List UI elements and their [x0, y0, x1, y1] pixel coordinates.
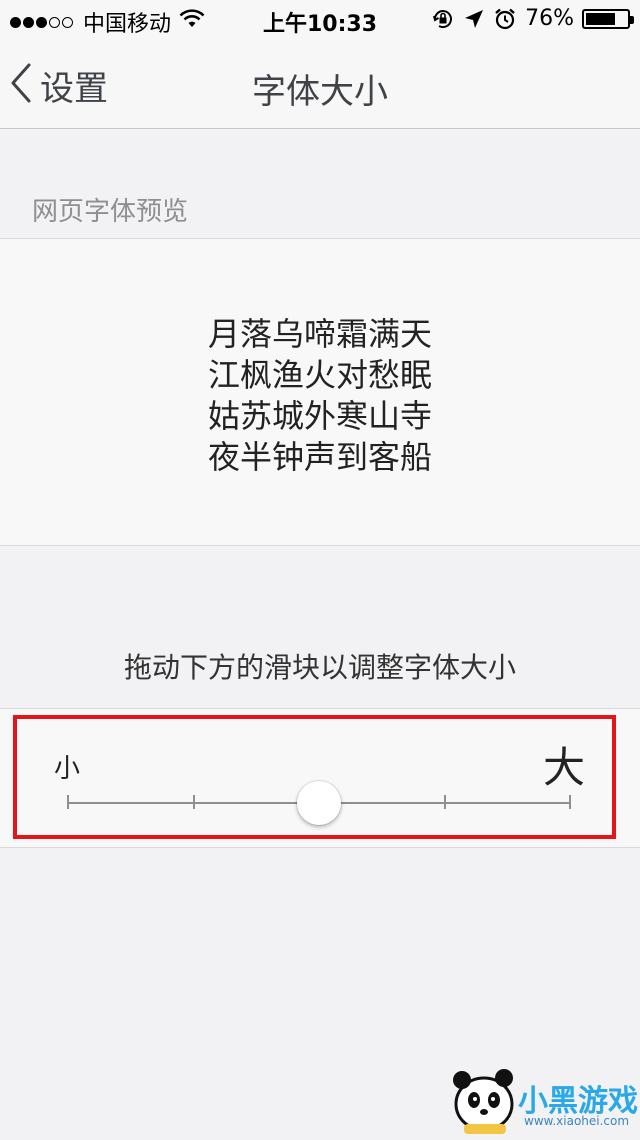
- slider-tick: [569, 795, 571, 809]
- alarm-icon: [493, 7, 517, 31]
- slider-tick: [192, 795, 195, 809]
- font-preview-panel: 月落乌啼霜满天 江枫渔火对愁眠 姑苏城外寒山寺 夜半钟声到客船: [0, 238, 640, 546]
- poem-line: 姑苏城外寒山寺: [207, 397, 432, 435]
- poem-line: 夜半钟声到客船: [207, 438, 432, 476]
- preview-poem: 月落乌啼霜满天 江枫渔火对愁眠 姑苏城外寒山寺 夜半钟声到客船: [0, 314, 640, 478]
- page-title: 字体大小: [252, 72, 388, 112]
- slider-min-label: 小: [54, 754, 81, 784]
- watermark-logo: 小黑游戏 www.xiaohei.com: [446, 1058, 640, 1136]
- status-bar: 中国移动 上午10:33 76%: [0, 0, 640, 40]
- poem-line: 江枫渔火对愁眠: [207, 356, 432, 394]
- slider-instruction: 拖动下方的滑块以调整字体大小: [123, 651, 516, 684]
- battery-icon: [582, 8, 634, 29]
- poem-line: 月落乌啼霜满天: [207, 315, 432, 353]
- status-right: 76%: [423, 6, 634, 31]
- battery-percent: 76%: [525, 6, 574, 31]
- font-size-slider-thumb[interactable]: [297, 781, 341, 825]
- navigation-bar: 设置 字体大小: [0, 40, 640, 129]
- orientation-lock-icon: [431, 7, 455, 31]
- slider-tick: [67, 795, 69, 809]
- watermark-url: www.xiaohei.com: [524, 1114, 630, 1128]
- location-icon: [463, 8, 485, 30]
- section-header: 网页字体预览: [32, 197, 189, 227]
- slider-max-label: 大: [543, 743, 586, 792]
- panda-mascot-icon: [453, 1069, 514, 1134]
- slider-tick: [443, 795, 446, 809]
